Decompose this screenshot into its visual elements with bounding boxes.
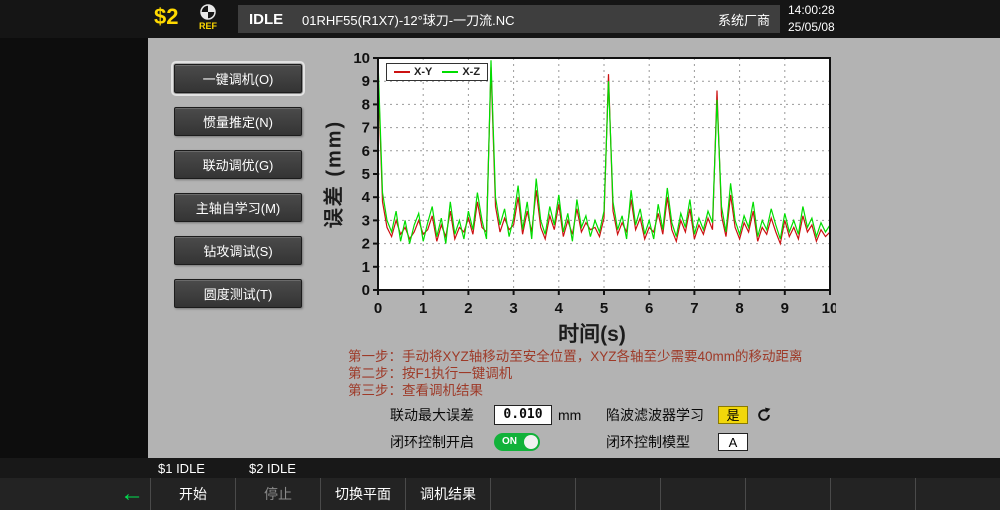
legend-label: X-Y bbox=[414, 66, 432, 78]
clock: 14:00:28 25/05/08 bbox=[788, 2, 835, 36]
svg-text:8: 8 bbox=[735, 300, 743, 317]
chart-y-axis-label: 误差 (mm) bbox=[318, 120, 347, 228]
sidebar-item[interactable]: 联动调优(G) bbox=[174, 150, 302, 179]
channel-status: $2 IDLE bbox=[249, 461, 296, 476]
svg-text:7: 7 bbox=[690, 300, 698, 317]
sidebar-item[interactable]: 主轴自学习(M) bbox=[174, 193, 302, 222]
toggle-knob bbox=[524, 435, 538, 449]
main-panel: 一键调机(O) 惯量推定(N) 联动调优(G) 主轴自学习(M) 钻攻调试(S) 圆度测试… bbox=[148, 38, 1000, 458]
ref-label: REF bbox=[196, 21, 220, 31]
chart: 误差 (mm) 012345678910012345678910 X-YX-Z … bbox=[348, 52, 836, 348]
legend-line-sample bbox=[442, 71, 458, 73]
softkey-empty bbox=[660, 478, 745, 510]
closed-loop-switch-label: 闭环控制开启 bbox=[390, 432, 494, 452]
softkey-4[interactable]: 调机结果 bbox=[405, 478, 490, 510]
program-title-bar: 01RHF55(R1X7)-12°球刀-一刀流.NC 系统厂商 bbox=[292, 5, 780, 33]
max-error-unit: mm bbox=[558, 407, 581, 423]
svg-text:10: 10 bbox=[353, 52, 370, 67]
form-row-2: 闭环控制开启 ON 闭环控制模型 A bbox=[390, 431, 748, 453]
softkey-2: 停止 bbox=[235, 478, 320, 510]
softkey-1[interactable]: 开始 bbox=[150, 478, 235, 510]
svg-text:4: 4 bbox=[362, 189, 371, 206]
chart-x-axis-label: 时间(s) bbox=[348, 318, 836, 348]
softkey-arrow-zone: ← bbox=[0, 478, 150, 510]
svg-text:1: 1 bbox=[419, 300, 427, 317]
chart-svg: 0 1 2 3 4 5 6 7 8 9 10 0 1 2 3 4 5 6 7 8 9 10 bbox=[348, 52, 836, 320]
notch-filter-label: 陷波滤波器学习 bbox=[606, 405, 718, 425]
softkey-empty bbox=[745, 478, 830, 510]
svg-text:2: 2 bbox=[464, 300, 472, 317]
left-arrow-icon[interactable]: ← bbox=[120, 482, 144, 506]
svg-text:6: 6 bbox=[645, 300, 653, 317]
notch-filter-select[interactable]: 是 bbox=[718, 406, 748, 424]
legend-item: X-Z bbox=[442, 66, 480, 78]
svg-text:3: 3 bbox=[509, 300, 517, 317]
toggle-on-label: ON bbox=[502, 436, 517, 447]
status-channels: $1 IDLE $2 IDLE bbox=[0, 461, 296, 476]
svg-text:7: 7 bbox=[362, 120, 370, 137]
sidebar: 一键调机(O) 惯量推定(N) 联动调优(G) 主轴自学习(M) 钻攻调试(S) 圆度测试… bbox=[174, 64, 302, 322]
legend-item: X-Y bbox=[394, 66, 432, 78]
max-error-input[interactable]: 0.010 bbox=[494, 405, 552, 425]
step-line: 第一步：手动将XYZ轴移动至安全位置，XYZ各轴至少需要40mm的移动距离 bbox=[348, 348, 803, 365]
svg-text:4: 4 bbox=[555, 300, 564, 317]
loop-model-label: 闭环控制模型 bbox=[606, 432, 718, 452]
svg-text:5: 5 bbox=[362, 166, 370, 183]
sidebar-item[interactable]: 钻攻调试(S) bbox=[174, 236, 302, 265]
softkey-bar: ← 开始停止切换平面调机结果 bbox=[0, 478, 1000, 510]
screen: $2 REF IDLE 01RHF55(R1X7)-12°球刀-一刀流.NC 系… bbox=[0, 0, 1000, 510]
svg-text:10: 10 bbox=[822, 300, 836, 317]
legend-line-sample bbox=[394, 71, 410, 73]
vendor-label: 系统厂商 bbox=[718, 10, 770, 29]
softkey-empty bbox=[830, 478, 915, 510]
channel-status: $1 IDLE bbox=[158, 461, 205, 476]
status-bar: $1 IDLE $2 IDLE bbox=[0, 458, 1000, 478]
sidebar-item[interactable]: 惯量推定(N) bbox=[174, 107, 302, 136]
cycle-refresh-icon[interactable] bbox=[756, 407, 772, 423]
svg-text:8: 8 bbox=[362, 96, 370, 113]
program-name: 01RHF55(R1X7)-12°球刀-一刀流.NC bbox=[302, 10, 515, 29]
sidebar-item[interactable]: 圆度测试(T) bbox=[174, 279, 302, 308]
reference-point-icon bbox=[196, 3, 220, 21]
form-row-1: 联动最大误差 0.010 mm 陷波滤波器学习 是 bbox=[390, 404, 772, 426]
svg-text:0: 0 bbox=[362, 282, 370, 299]
svg-text:0: 0 bbox=[374, 300, 382, 317]
chart-legend: X-Y X-Z bbox=[386, 63, 488, 81]
softkey-empty bbox=[575, 478, 660, 510]
steps: 第一步：手动将XYZ轴移动至安全位置，XYZ各轴至少需要40mm的移动距离第二步… bbox=[348, 348, 803, 399]
machine-mode: IDLE bbox=[238, 5, 294, 33]
svg-text:5: 5 bbox=[600, 300, 608, 317]
svg-text:9: 9 bbox=[781, 300, 789, 317]
step-line: 第二步：按F1执行一键调机 bbox=[348, 365, 803, 382]
loop-model-select[interactable]: A bbox=[718, 433, 748, 451]
svg-text:1: 1 bbox=[362, 259, 370, 276]
softkey-3[interactable]: 切换平面 bbox=[320, 478, 405, 510]
channel-indicator: $2 bbox=[154, 4, 178, 30]
reference-indicator: REF bbox=[196, 3, 220, 31]
closed-loop-toggle[interactable]: ON bbox=[494, 433, 540, 451]
time-value: 14:00:28 bbox=[788, 2, 835, 19]
svg-text:2: 2 bbox=[362, 236, 370, 253]
svg-text:9: 9 bbox=[362, 73, 370, 90]
legend-label: X-Z bbox=[462, 66, 480, 78]
step-line: 第三步：查看调机结果 bbox=[348, 382, 803, 399]
svg-text:3: 3 bbox=[362, 212, 370, 229]
top-bar: $2 REF IDLE 01RHF55(R1X7)-12°球刀-一刀流.NC 系… bbox=[0, 0, 1000, 38]
softkey-empty bbox=[490, 478, 575, 510]
max-error-label: 联动最大误差 bbox=[390, 405, 494, 425]
svg-text:6: 6 bbox=[362, 143, 370, 160]
date-value: 25/05/08 bbox=[788, 19, 835, 36]
sidebar-item[interactable]: 一键调机(O) bbox=[174, 64, 302, 93]
softkey-empty bbox=[915, 478, 1000, 510]
